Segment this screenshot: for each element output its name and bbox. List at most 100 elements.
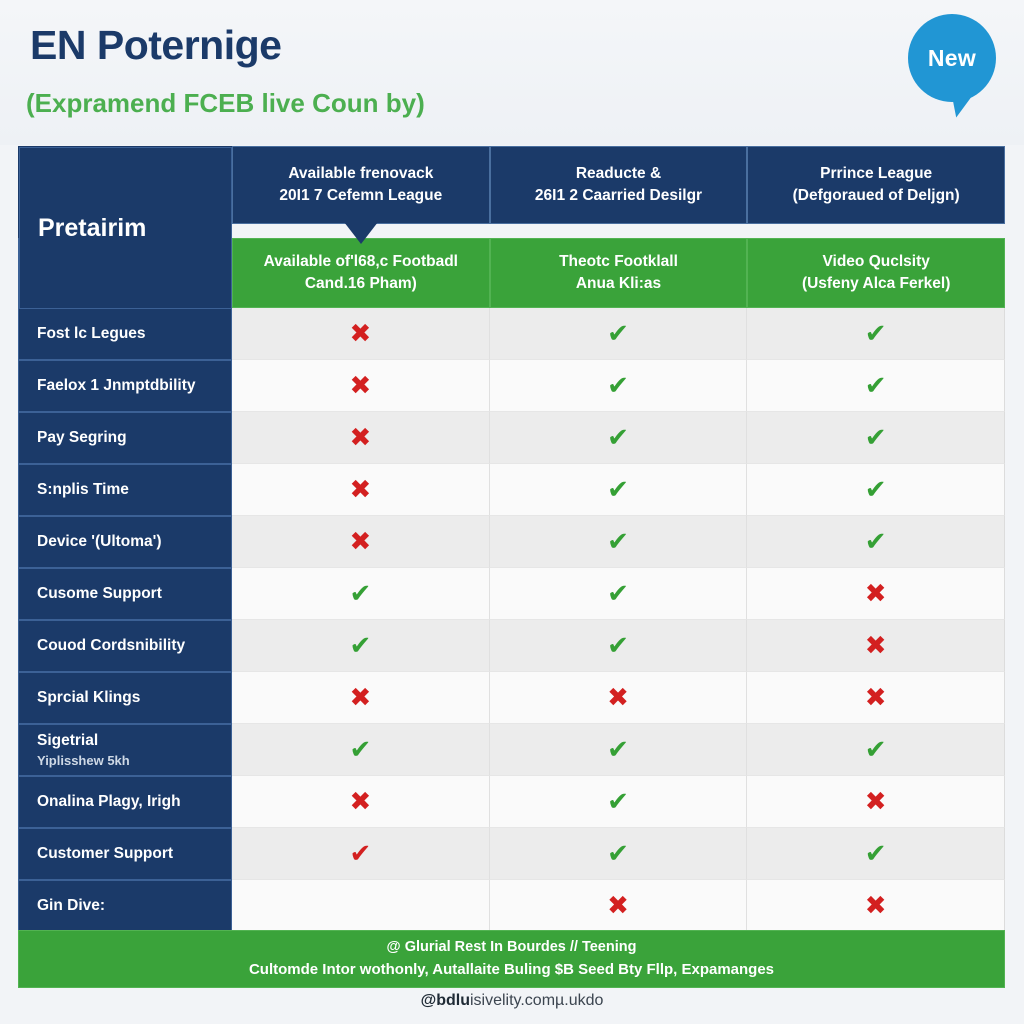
row-label: Sigetrial bbox=[37, 731, 99, 749]
speech-bubble-icon: New bbox=[908, 14, 996, 102]
row-label-cell: Device '(Ultoma') bbox=[18, 516, 232, 568]
row-label-cell: Sprcial Klings bbox=[18, 672, 232, 724]
page-header: EN Poternige (Expramend FCEB live Coun b… bbox=[0, 0, 1024, 145]
column-pointer-icon bbox=[343, 222, 378, 244]
cell-col-1: ✖ bbox=[232, 464, 490, 516]
cell-col-1: ✖ bbox=[232, 308, 490, 360]
row-label: Cusome Support bbox=[37, 584, 162, 602]
cell-col-1: ✖ bbox=[232, 672, 490, 724]
check-icon: ✔ bbox=[349, 630, 372, 661]
cell-col-2: ✔ bbox=[489, 464, 748, 516]
table-row: Gin Dive: ✖ ✖ bbox=[18, 880, 1006, 932]
table-row: Sigetrial Yiplisshew 5kh ✔ ✔ ✔ bbox=[18, 724, 1006, 776]
column-subheader-2: Theotc Footklall Anua Kli:as bbox=[489, 238, 748, 308]
table-row: Faelox 1 Jnmptdbility ✖ ✔ ✔ bbox=[18, 360, 1006, 412]
table-row: Cusome Support ✔ ✔ ✖ bbox=[18, 568, 1006, 620]
table-row: Fost lc Legues ✖ ✔ ✔ bbox=[18, 308, 1006, 360]
cross-icon: ✖ bbox=[349, 474, 372, 505]
header-gap-cell-3 bbox=[747, 224, 1006, 238]
cell-col-2: ✔ bbox=[489, 724, 748, 776]
column-subheader-1: Available of'l68,c Footbadl Cand.16 Pham… bbox=[232, 238, 490, 308]
column-header-1: Available frenovack 20I1 7 Cefemn League bbox=[232, 146, 490, 244]
cross-icon: ✖ bbox=[349, 318, 372, 349]
cell-col-3: ✖ bbox=[747, 620, 1006, 672]
new-badge-label: New bbox=[927, 44, 977, 71]
check-icon: ✔ bbox=[607, 630, 629, 661]
cell-col-3: ✖ bbox=[747, 880, 1006, 932]
cell-col-2: ✔ bbox=[489, 620, 748, 672]
cross-icon: ✖ bbox=[607, 890, 629, 921]
table-row: Sprcial Klings ✖ ✖ ✖ bbox=[18, 672, 1006, 724]
column-header-3: Prrince League (Defgoraued of Deljgn) bbox=[747, 146, 1006, 224]
cell-col-1: ✔ bbox=[232, 724, 490, 776]
cell-col-3: ✔ bbox=[747, 828, 1006, 880]
cross-icon: ✖ bbox=[349, 526, 372, 557]
check-icon: ✔ bbox=[864, 370, 887, 401]
cell-col-3: ✖ bbox=[747, 776, 1006, 828]
check-icon: ✔ bbox=[607, 318, 629, 349]
check-icon: ✔ bbox=[864, 474, 887, 505]
check-icon: ✔ bbox=[607, 734, 629, 765]
check-icon: ✔ bbox=[607, 474, 629, 505]
cell-col-2: ✖ bbox=[489, 880, 748, 932]
cross-icon: ✖ bbox=[607, 682, 629, 713]
column-subheader-2-line2: Anua Kli:as bbox=[575, 275, 662, 292]
column-header-1-line2: 20I1 7 Cefemn League bbox=[279, 187, 443, 204]
cross-icon: ✖ bbox=[864, 786, 887, 817]
column-header-2: Readucte & 26I1 2 Caarried Desilgr bbox=[489, 146, 748, 224]
cell-col-2: ✔ bbox=[489, 360, 748, 412]
cell-col-2: ✔ bbox=[489, 776, 748, 828]
row-label-cell: Customer Support bbox=[18, 828, 232, 880]
check-icon: ✔ bbox=[607, 370, 629, 401]
cell-col-3: ✔ bbox=[747, 464, 1006, 516]
cross-icon: ✖ bbox=[864, 682, 887, 713]
column-header-3-line2: (Defgoraued of Deljgn) bbox=[792, 187, 960, 204]
cell-col-1: ✔ bbox=[232, 568, 490, 620]
footer-line-2: Cultomde Intor wothonly, Autallaite Buli… bbox=[248, 960, 775, 978]
check-icon: ✔ bbox=[607, 838, 629, 869]
row-label: Pay Segring bbox=[37, 428, 127, 446]
cross-icon: ✖ bbox=[349, 786, 372, 817]
cell-col-2: ✖ bbox=[489, 672, 748, 724]
table-corner-label: Pretairim bbox=[19, 147, 232, 309]
cell-col-3: ✔ bbox=[747, 724, 1006, 776]
row-label: Fost lc Legues bbox=[37, 324, 146, 342]
column-header-1-line1: Available frenovack bbox=[288, 164, 434, 182]
row-label: Couod Cordsnibility bbox=[37, 636, 186, 654]
column-subheader-1-line2: Cand.16 Pham) bbox=[304, 275, 417, 292]
footer-url[interactable]: @bdluisivelity.comµ.ukdo bbox=[0, 992, 1024, 1010]
page-title: EN Poternige bbox=[30, 22, 282, 68]
cross-icon: ✖ bbox=[349, 422, 372, 453]
cross-icon: ✖ bbox=[349, 370, 372, 401]
header-gap-cell-2 bbox=[489, 224, 748, 238]
row-label: Device '(Ultoma') bbox=[37, 532, 162, 550]
check-icon: ✔ bbox=[864, 422, 887, 453]
row-label-cell: Gin Dive: bbox=[18, 880, 232, 932]
cell-col-2: ✔ bbox=[489, 568, 748, 620]
table-row: S:nplis Time ✖ ✔ ✔ bbox=[18, 464, 1006, 516]
column-subheader-3-line1: Video Quclsity bbox=[822, 252, 930, 270]
cell-col-3: ✔ bbox=[747, 360, 1006, 412]
check-icon: ✔ bbox=[864, 838, 887, 869]
cell-col-2: ✔ bbox=[489, 412, 748, 464]
cell-col-2: ✔ bbox=[489, 308, 748, 360]
row-label: Gin Dive: bbox=[37, 896, 106, 914]
cross-icon: ✖ bbox=[864, 890, 887, 921]
row-label-cell: Faelox 1 Jnmptdbility bbox=[18, 360, 232, 412]
row-label-cell: Pay Segring bbox=[18, 412, 232, 464]
cell-col-2: ✔ bbox=[489, 828, 748, 880]
table-row: Device '(Ultoma') ✖ ✔ ✔ bbox=[18, 516, 1006, 568]
new-badge[interactable]: New bbox=[908, 14, 1000, 124]
cross-icon: ✖ bbox=[864, 578, 887, 609]
footer-banner: @ Glurial Rest In Bourdes // Teening Cul… bbox=[18, 930, 1005, 988]
row-label-cell: Couod Cordsnibility bbox=[18, 620, 232, 672]
row-label: Faelox 1 Jnmptdbility bbox=[37, 376, 196, 394]
cell-col-1: ✔ bbox=[232, 828, 490, 880]
check-icon: ✔ bbox=[607, 422, 629, 453]
cell-col-1: ✖ bbox=[232, 516, 490, 568]
row-label: Onalina Plagy, Irigh bbox=[37, 792, 181, 810]
check-icon: ✔ bbox=[607, 578, 629, 609]
row-label-cell: Sigetrial Yiplisshew 5kh bbox=[18, 724, 232, 776]
table-body: Fost lc Legues ✖ ✔ ✔ Faelox 1 Jnmptdbility ✖ ✔… bbox=[18, 308, 1006, 932]
column-header-3-line1: Prrince League bbox=[820, 164, 933, 182]
